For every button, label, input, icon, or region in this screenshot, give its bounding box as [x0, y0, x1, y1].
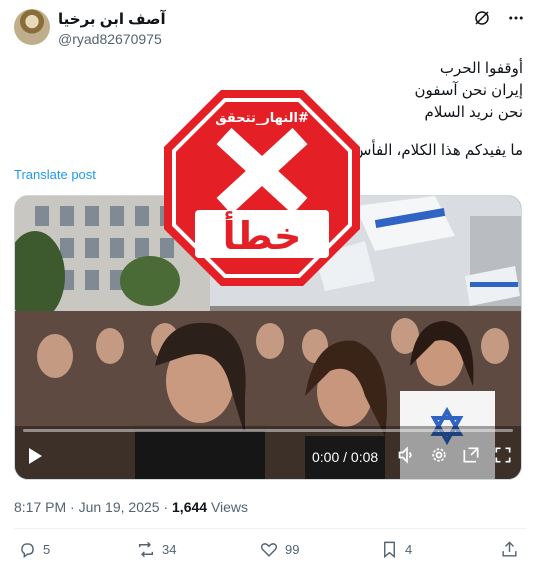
repost-button[interactable]: 34 — [136, 540, 176, 559]
repost-icon — [138, 541, 154, 558]
bookmark-button[interactable]: 4 — [380, 540, 412, 559]
post-time[interactable]: 8:17 PM — [14, 499, 66, 515]
post-line: أوقفوا الحرب — [439, 60, 523, 77]
header-icons — [472, 8, 526, 28]
reply-count: 5 — [43, 542, 51, 557]
video-progress-bar[interactable] — [23, 429, 513, 432]
post-header: آصف ابن برخيا @ryad82670975 — [14, 8, 526, 48]
divider — [14, 528, 526, 529]
views-count: 1,644 — [172, 499, 208, 515]
repost-count: 34 — [162, 542, 177, 557]
heart-icon — [260, 543, 278, 557]
video-controls: 0:00 / 0:08 — [15, 435, 521, 479]
avatar[interactable] — [14, 9, 50, 45]
settings-icon[interactable] — [429, 445, 449, 465]
fact-check-stamp: #النهار_تتحقق خطأ — [162, 88, 362, 288]
display-name[interactable]: آصف ابن برخيا — [58, 10, 166, 28]
volume-icon[interactable] — [397, 445, 417, 465]
video-time: 0:00 / 0:08 — [312, 449, 379, 465]
action-bar: 5 34 99 4 — [14, 540, 526, 562]
video-control-icons — [397, 445, 513, 465]
reply-button[interactable]: 5 — [18, 540, 50, 559]
meta-separator: · — [159, 499, 173, 515]
bookmark-count: 4 — [405, 542, 413, 557]
post-meta: 8:17 PM · Jun 19, 2025 · 1,644 Views — [14, 499, 248, 515]
fullscreen-icon[interactable] — [493, 445, 513, 465]
more-icon[interactable] — [506, 8, 526, 28]
stamp-verdict: خطأ — [222, 214, 302, 258]
reply-icon — [21, 543, 34, 559]
translate-post-link[interactable]: Translate post — [14, 167, 96, 182]
like-button[interactable]: 99 — [259, 540, 299, 559]
author-names: آصف ابن برخيا @ryad82670975 — [58, 10, 166, 47]
stamp-hashtag: #النهار_تتحقق — [215, 111, 309, 126]
meta-separator: · — [66, 499, 79, 515]
share-icon — [502, 541, 517, 557]
views-label: Views — [207, 499, 249, 515]
like-count: 99 — [285, 542, 300, 557]
share-button[interactable] — [500, 540, 519, 559]
grok-icon[interactable] — [472, 8, 492, 28]
play-icon[interactable] — [27, 447, 43, 470]
post-date[interactable]: Jun 19, 2025 — [79, 499, 160, 515]
user-handle[interactable]: @ryad82670975 — [58, 31, 166, 47]
pip-icon[interactable] — [461, 445, 481, 465]
bookmark-icon — [384, 541, 395, 559]
